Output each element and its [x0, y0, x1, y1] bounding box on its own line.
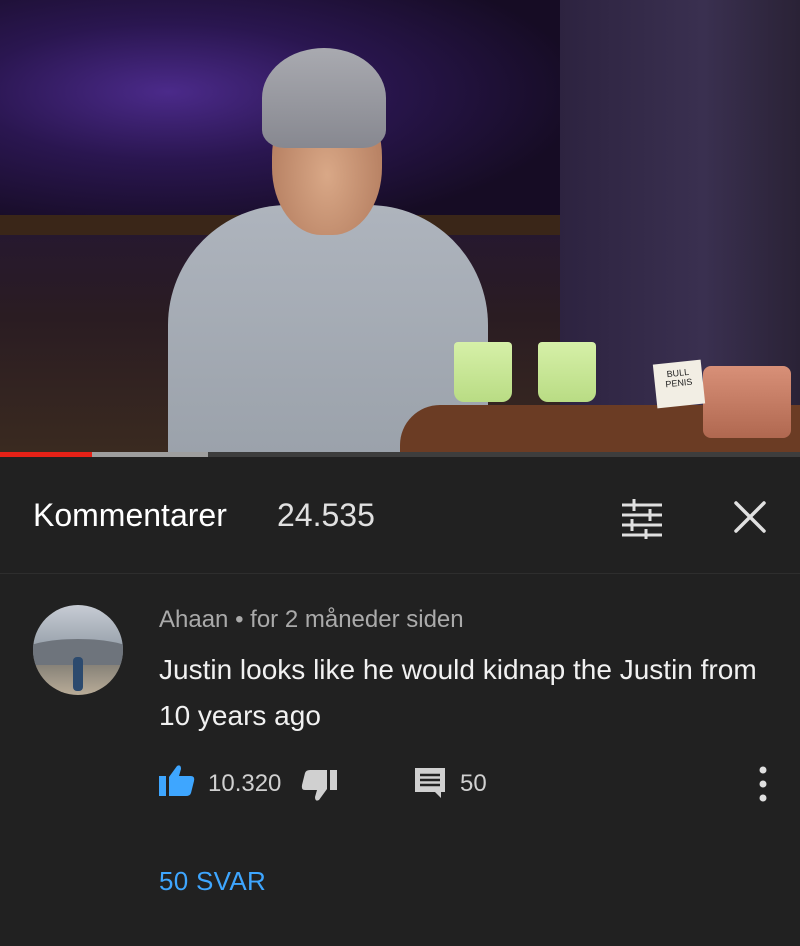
like-count: 10.320 — [208, 770, 282, 797]
comment-meta: Ahaan • for 2 måneder siden — [159, 606, 464, 634]
thumbs-up-icon[interactable] — [159, 764, 195, 798]
sort-icon[interactable] — [620, 499, 664, 539]
thumbs-down-icon[interactable] — [301, 770, 337, 804]
avatar[interactable] — [33, 605, 123, 695]
view-replies-button[interactable]: 50 SVAR — [159, 866, 266, 897]
table-sign: BULL PENIS — [652, 359, 706, 409]
close-icon[interactable] — [732, 499, 768, 535]
drink-glass — [454, 342, 512, 402]
more-vert-icon[interactable] — [752, 764, 774, 804]
comments-title: Kommentarer — [33, 497, 227, 533]
divider — [0, 573, 800, 574]
food-dish — [703, 366, 791, 438]
comments-count: 24.535 — [277, 497, 375, 533]
comment-icon[interactable] — [413, 766, 447, 800]
wall-panel — [560, 0, 800, 420]
comment-text: Justin looks like he would kidnap the Ju… — [159, 654, 757, 731]
comments-header: Kommentarer 24.535 — [0, 457, 800, 573]
reply-count: 50 — [460, 770, 487, 797]
video-player[interactable]: BULL PENIS — [0, 0, 800, 452]
meta-separator: • — [235, 606, 244, 633]
drink-glass — [538, 342, 596, 402]
comment-time: for 2 måneder siden — [250, 606, 464, 633]
comment-author[interactable]: Ahaan — [159, 606, 228, 633]
comment-actions: 10.320 50 — [0, 760, 800, 810]
avatar-figure — [73, 657, 83, 691]
person-beanie — [262, 48, 386, 148]
